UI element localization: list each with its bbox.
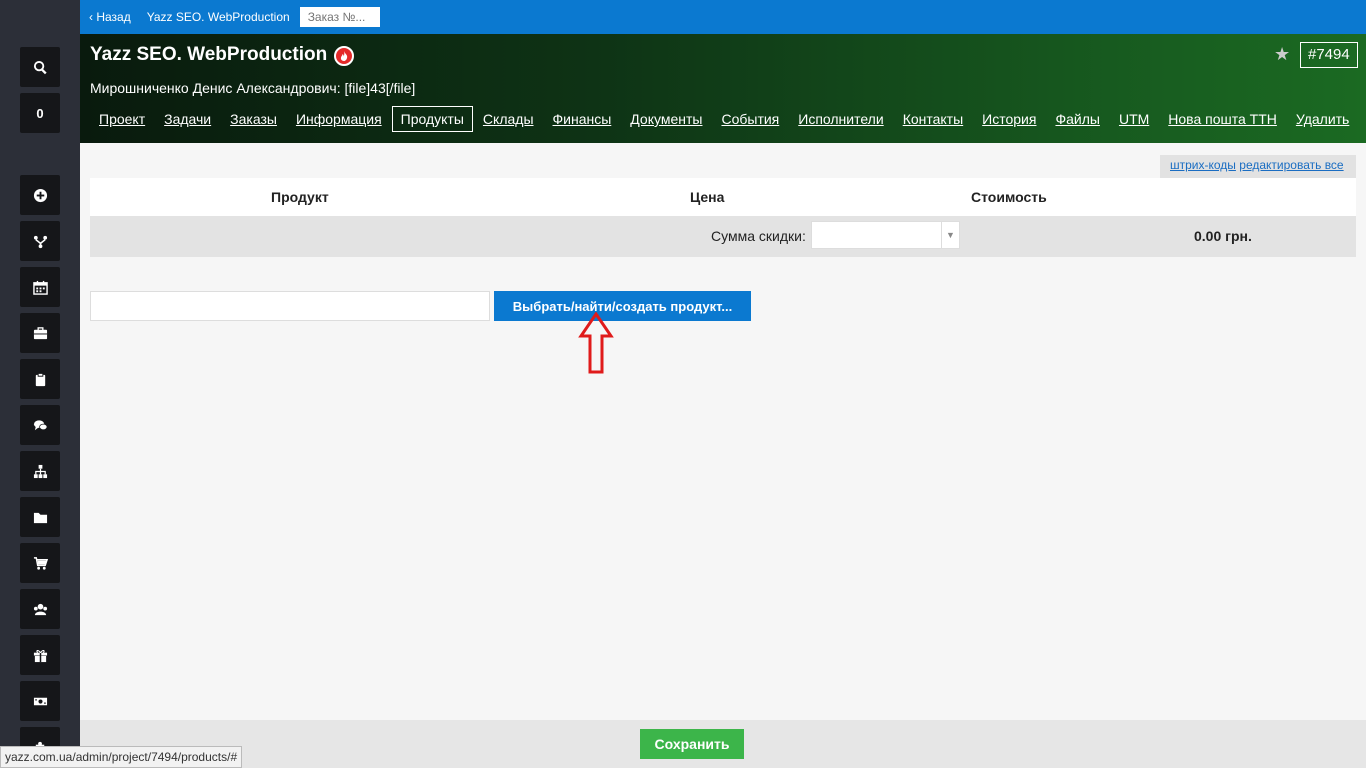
edit-all-link[interactable]: редактировать все (1239, 158, 1343, 172)
total-amount: 0.00 грн. (1194, 228, 1252, 244)
tab-finances[interactable]: Финансы (544, 106, 621, 132)
tab-information[interactable]: Информация (287, 106, 391, 132)
discount-label: Сумма скидки: (711, 228, 806, 244)
tab-files[interactable]: Файлы (1046, 106, 1108, 132)
counter-button[interactable]: 0 (20, 93, 60, 133)
order-search-input[interactable] (299, 7, 380, 27)
search-button[interactable] (20, 47, 60, 87)
sidebar: 0 (0, 0, 80, 768)
calendar-icon (32, 280, 48, 295)
sitemap-icon (33, 464, 47, 478)
briefcase-icon (33, 326, 47, 339)
tab-delete[interactable]: Удалить (1287, 106, 1358, 132)
calendar-button[interactable] (20, 267, 60, 307)
tab-executors[interactable]: Исполнители (789, 106, 892, 132)
discount-select[interactable]: ▼ (811, 221, 960, 249)
project-title: Yazz SEO. WebProduction (90, 44, 328, 65)
project-tabs: Проект Задачи Заказы Информация Продукты… (90, 106, 1359, 132)
favorite-star-icon[interactable]: ★ (1274, 44, 1290, 65)
cart-button[interactable] (20, 543, 60, 583)
folder-icon (33, 512, 47, 523)
gift-button[interactable] (20, 635, 60, 675)
products-table: Продукт Цена Стоимость Сумма скидки: ▼ 0… (90, 178, 1356, 257)
column-product: Продукт (271, 189, 329, 205)
tab-documents[interactable]: Документы (621, 106, 711, 132)
briefcase-button[interactable] (20, 313, 60, 353)
priority-badge[interactable] (334, 46, 354, 66)
tab-warehouses[interactable]: Склады (474, 106, 543, 132)
fire-icon (340, 51, 348, 61)
chat-button[interactable] (20, 405, 60, 445)
fork-icon (33, 235, 47, 248)
product-links: штрих-коды редактировать все (1160, 155, 1356, 178)
order-number: #7494 (1300, 42, 1358, 68)
client-info: Мирошниченко Денис Александрович: [file]… (90, 80, 416, 96)
search-icon (33, 60, 47, 74)
column-cost: Стоимость (971, 189, 1047, 205)
tab-tasks[interactable]: Задачи (155, 106, 220, 132)
plus-circle-icon (33, 188, 47, 202)
project-header: Yazz SEO. WebProduction ★ #7494 Мирошнич… (80, 34, 1366, 143)
tab-project[interactable]: Проект (90, 106, 154, 132)
money-button[interactable] (20, 681, 60, 721)
clipboard-button[interactable] (20, 359, 60, 399)
status-bar-url: yazz.com.ua/admin/project/7494/products/… (0, 746, 243, 768)
users-icon (33, 603, 47, 615)
tab-utm[interactable]: UTM (1110, 106, 1158, 132)
money-icon (33, 697, 47, 705)
gift-icon (33, 649, 47, 662)
footer-bar: Сохранить (80, 720, 1366, 768)
barcodes-link[interactable]: штрих-коды (1170, 158, 1236, 172)
tab-nova-poshta[interactable]: Нова пошта ТТН (1159, 106, 1286, 132)
top-navigation-bar: ‹ Назад Yazz SEO. WebProduction (80, 0, 1366, 34)
tab-contacts[interactable]: Контакты (894, 106, 972, 132)
select-product-button[interactable]: Выбрать/найти/создать продукт... (494, 291, 751, 321)
product-search-input[interactable] (90, 291, 490, 321)
save-button[interactable]: Сохранить (640, 729, 744, 759)
clipboard-icon (35, 372, 45, 386)
tab-products[interactable]: Продукты (391, 106, 473, 132)
files-button[interactable] (20, 497, 60, 537)
annotation-arrow-icon (578, 312, 614, 374)
breadcrumb-project[interactable]: Yazz SEO. WebProduction (147, 10, 290, 24)
discount-row: Сумма скидки: ▼ 0.00 грн. (90, 216, 1356, 257)
tab-events[interactable]: События (712, 106, 788, 132)
chevron-down-icon: ▼ (941, 222, 959, 248)
table-header: Продукт Цена Стоимость (90, 178, 1356, 216)
tab-orders[interactable]: Заказы (221, 106, 286, 132)
structure-button[interactable] (20, 451, 60, 491)
counter-value: 0 (36, 105, 44, 121)
add-button[interactable] (20, 175, 60, 215)
tab-history[interactable]: История (973, 106, 1045, 132)
back-link[interactable]: ‹ Назад (89, 10, 131, 24)
workflow-button[interactable] (20, 221, 60, 261)
cart-icon (33, 556, 48, 570)
chat-icon (33, 419, 47, 430)
column-price: Цена (690, 189, 725, 205)
users-button[interactable] (20, 589, 60, 629)
